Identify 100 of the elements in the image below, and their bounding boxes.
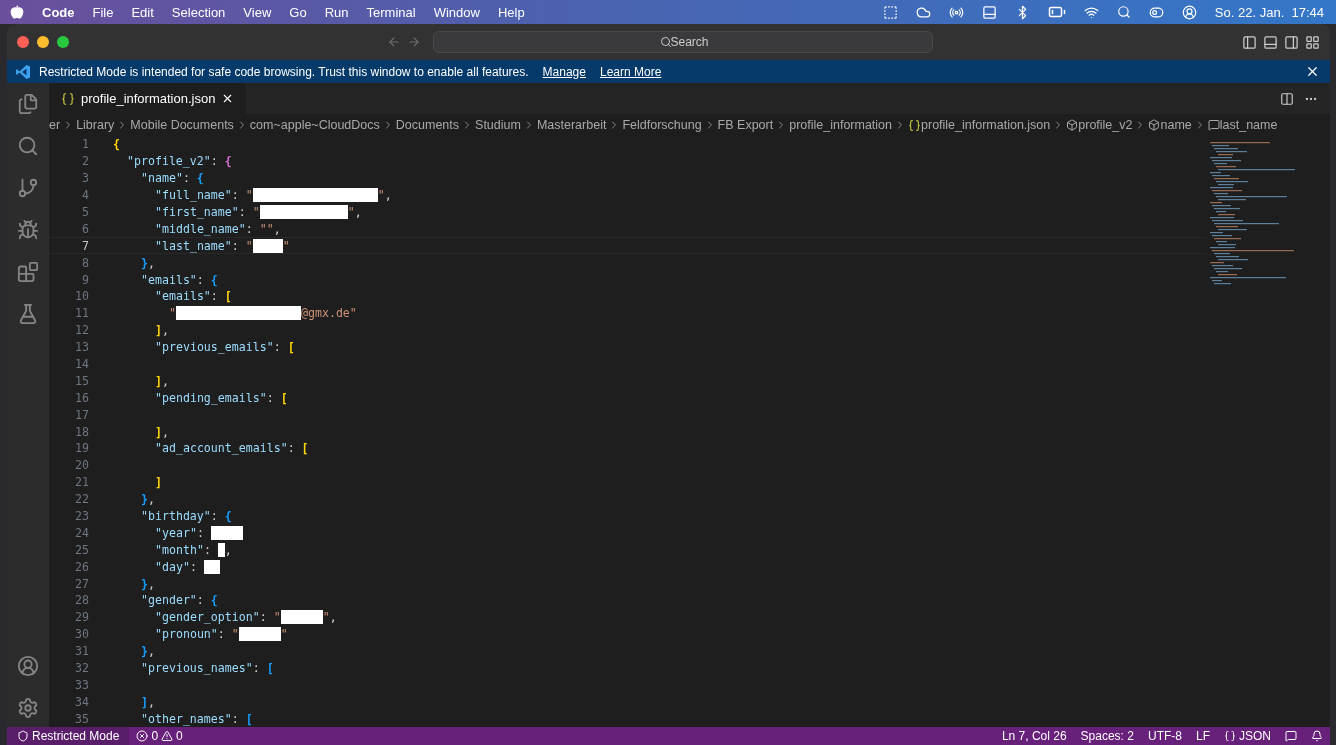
breadcrumb-item[interactable]: name <box>1160 118 1192 132</box>
toggle-sidebar-icon[interactable] <box>1242 34 1257 50</box>
breadcrumb-item[interactable]: profile_information <box>789 118 893 132</box>
menu-item[interactable]: Edit <box>131 4 154 20</box>
restricted-mode-indicator[interactable]: Restricted Mode <box>7 727 130 745</box>
source-control-icon[interactable] <box>17 177 39 199</box>
json-string: " <box>245 238 253 253</box>
line-number: 29 <box>74 610 90 625</box>
search-icon[interactable] <box>17 135 39 157</box>
window-icon[interactable] <box>981 4 997 20</box>
code-text: : <box>252 661 261 676</box>
extensions-icon[interactable] <box>17 261 39 283</box>
menu-item[interactable]: Window <box>433 4 480 20</box>
minimize-window-button[interactable] <box>37 36 49 48</box>
breadcrumb-item[interactable]: Mobile Documents <box>130 118 234 132</box>
code-text: , <box>329 610 337 625</box>
status-item[interactable]: UTF-8 <box>1140 729 1189 743</box>
line-number: 6 <box>81 221 90 236</box>
apple-logo-icon[interactable] <box>10 5 24 19</box>
breadcrumb-item[interactable]: Feldforschung <box>622 118 702 132</box>
zoom-window-button[interactable] <box>57 36 69 48</box>
settings-icon[interactable] <box>17 697 39 719</box>
breadcrumb-item[interactable]: Studium <box>475 118 521 132</box>
breadcrumb-item[interactable]: Documents <box>395 118 460 132</box>
redaction-block <box>280 610 323 625</box>
banner-link[interactable]: Manage <box>542 64 586 79</box>
menu-item[interactable]: File <box>92 4 114 20</box>
code-text: , <box>148 694 155 709</box>
breadcrumb-item[interactable]: Library <box>76 118 115 132</box>
menu-item[interactable]: Terminal <box>366 4 416 20</box>
status-item[interactable]: Ln 7, Col 26 <box>994 729 1074 743</box>
json-key: "year" <box>155 525 197 540</box>
breadcrumb-item[interactable]: last_name <box>1219 118 1278 132</box>
menu-item[interactable]: View <box>243 4 272 20</box>
wifi-icon[interactable] <box>1083 4 1099 20</box>
line-number: 18 <box>74 424 90 439</box>
line-number: 22 <box>74 492 90 507</box>
cloud-icon[interactable] <box>915 4 931 20</box>
code-text: : <box>273 340 282 355</box>
breadcrumb-item[interactable]: Masterarbeit <box>536 118 607 132</box>
menu-item[interactable]: Help <box>497 4 525 20</box>
editor-tab[interactable]: profile_information.json <box>49 83 247 114</box>
line-number: 13 <box>74 340 90 355</box>
status-item[interactable]: Spaces: 2 <box>1073 729 1141 743</box>
problems-indicator[interactable]: 0 0 <box>129 729 190 743</box>
line-number: 7 <box>81 238 90 253</box>
menu-item[interactable]: Run <box>324 4 349 20</box>
code-text: : <box>287 441 296 456</box>
app-menu[interactable]: Code <box>42 4 75 20</box>
code-text: , <box>148 255 155 270</box>
line-number: 35 <box>74 711 90 726</box>
status-item[interactable]: LF <box>1188 729 1217 743</box>
breadcrumb-item[interactable]: com~apple~CloudDocs <box>249 118 380 132</box>
json-string: " <box>377 188 385 203</box>
run-debug-icon[interactable] <box>17 219 39 241</box>
code-bracket: ] <box>155 475 162 490</box>
line-number: 32 <box>74 661 90 676</box>
close-window-button[interactable] <box>17 36 29 48</box>
json-key: "full_name" <box>155 188 232 203</box>
line-number: 19 <box>74 441 90 456</box>
json-string: " <box>273 610 281 625</box>
toggle-secondary-sidebar-icon[interactable] <box>1284 34 1299 50</box>
code-bracket: [ <box>287 340 295 355</box>
banner-link[interactable]: Learn More <box>599 64 662 79</box>
breadcrumb-item[interactable]: profile_v2 <box>1078 118 1133 132</box>
split-editor-icon[interactable] <box>1280 91 1294 106</box>
line-number: 33 <box>74 677 90 692</box>
breadcrumb-item[interactable]: er <box>49 118 61 132</box>
account-icon[interactable] <box>17 655 39 677</box>
line-number: 9 <box>81 272 90 287</box>
menu-item[interactable]: Selection <box>171 4 226 20</box>
code-text: : <box>210 289 219 304</box>
line-number: 15 <box>74 373 90 388</box>
code-bracket: { <box>224 154 232 169</box>
code-bracket: [ <box>266 661 274 676</box>
search-icon[interactable] <box>1116 5 1131 19</box>
breadcrumb-item[interactable]: profile_information.json <box>921 118 1051 132</box>
close-icon[interactable] <box>1305 64 1320 79</box>
code-text: : <box>231 238 240 253</box>
control-center-icon[interactable] <box>1148 4 1164 20</box>
customize-layout-icon[interactable] <box>1305 34 1320 50</box>
menu-clock[interactable]: So. 22. Jan. 17:44 <box>1214 4 1324 20</box>
code-text: : <box>189 559 198 574</box>
code-text: : <box>266 390 275 405</box>
explorer-icon[interactable] <box>17 93 39 115</box>
toggle-panel-icon[interactable] <box>1263 34 1278 50</box>
menu-item[interactable]: Go <box>289 4 307 20</box>
flask-icon[interactable] <box>17 303 39 325</box>
command-search-field[interactable]: Search <box>432 31 933 53</box>
line-number: 24 <box>74 525 90 540</box>
language-mode[interactable]: JSON <box>1217 729 1278 743</box>
json-string: " <box>280 627 288 642</box>
code-bracket: { <box>113 137 120 152</box>
json-key: "day" <box>155 559 190 574</box>
code-text: : <box>238 205 247 219</box>
code-text: , <box>162 323 169 338</box>
code-bracket: ] <box>155 424 162 439</box>
line-number: 1 <box>81 137 90 152</box>
line-number: 30 <box>74 627 90 642</box>
breadcrumb-item[interactable]: FB Export <box>717 118 774 132</box>
